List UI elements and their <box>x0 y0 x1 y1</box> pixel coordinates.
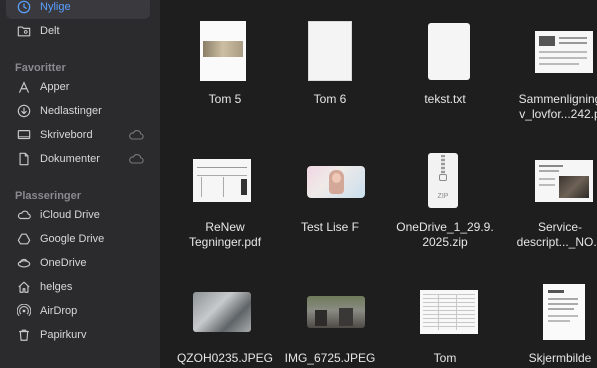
file-thumbnail <box>200 21 246 81</box>
file-name: Sammenligning <box>518 92 597 106</box>
sidebar-item-label: AirDrop <box>40 305 78 317</box>
download-icon <box>16 103 32 119</box>
sidebar-item-label: Dokumenter <box>40 153 100 165</box>
sidebar-item-airdrop[interactable]: AirDrop <box>6 299 150 323</box>
favorites-header: Favoritter <box>15 62 66 74</box>
sidebar-item-label: OneDrive <box>40 257 87 269</box>
cloud-icon <box>128 128 144 142</box>
document-icon <box>16 151 32 167</box>
sidebar-item-label: Nylige <box>40 1 71 13</box>
file-name: Tegninger.pdf <box>188 235 262 249</box>
desktop-icon <box>16 127 32 143</box>
sidebar-item-label: helges <box>40 281 73 293</box>
file-thumbnail <box>308 21 352 81</box>
sidebar-item-label: iCloud Drive <box>40 209 100 221</box>
sidebar-item-icloud-drive[interactable]: iCloud Drive <box>6 203 150 227</box>
file-name: tekst.txt <box>424 92 466 106</box>
file-name: Test Lise F <box>300 220 360 234</box>
sidebar-item-onedrive[interactable]: OneDrive <box>6 251 150 275</box>
file-thumbnail <box>543 284 585 340</box>
sidebar: Nylige Delt Favoritter Apper Nedlastinge… <box>0 0 160 368</box>
file-thumbnail <box>307 166 365 198</box>
file-name: IMG_6725.JPEG <box>284 351 376 365</box>
onedrive-icon <box>16 255 32 271</box>
file-name: v_lovfor...242.p <box>519 107 597 121</box>
sidebar-item-label: Google Drive <box>40 233 105 245</box>
file-name: descript..._NO.p <box>516 235 597 249</box>
sidebar-item-downloads[interactable]: Nedlastinger <box>6 99 150 123</box>
file-name: Tom 5 <box>208 92 242 106</box>
file-thumbnail <box>420 290 478 334</box>
file-grid: Tom 5 Tom 6 tekst.txt Sammenligning v_lo… <box>160 0 597 368</box>
airdrop-icon <box>16 303 32 319</box>
file-name: QZOH0235.JPEG <box>176 351 274 365</box>
shared-folder-icon <box>16 23 32 39</box>
file-thumbnail <box>193 292 251 332</box>
file-thumbnail <box>307 296 365 328</box>
sidebar-item-trash[interactable]: Papirkurv <box>6 323 150 347</box>
apps-icon <box>16 79 32 95</box>
clock-icon <box>16 0 32 15</box>
locations-header: Plasseringer <box>15 190 82 202</box>
sidebar-item-apps[interactable]: Apper <box>6 75 150 99</box>
file-name: 2025.zip <box>422 235 468 249</box>
file-thumbnail <box>428 23 470 80</box>
file-name: Tom <box>433 351 457 365</box>
cloud-icon <box>16 207 32 223</box>
file-thumbnail <box>535 160 593 202</box>
sidebar-item-documents[interactable]: Dokumenter <box>6 147 150 171</box>
sidebar-item-label: Skrivebord <box>40 129 93 141</box>
sidebar-item-label: Delt <box>40 25 60 37</box>
sidebar-item-label: Apper <box>40 81 70 93</box>
sidebar-item-recent[interactable]: Nylige <box>6 0 150 19</box>
file-name: Service- <box>537 220 582 234</box>
file-name: Skjermbilde <box>528 351 592 365</box>
trash-icon <box>16 327 32 343</box>
sidebar-item-label: Papirkurv <box>40 329 87 341</box>
sidebar-item-label: Nedlastinger <box>40 105 102 117</box>
file-thumbnail <box>193 159 251 202</box>
zip-file-icon: ZIP <box>428 153 458 208</box>
drive-icon <box>16 231 32 247</box>
sidebar-item-desktop[interactable]: Skrivebord <box>6 123 150 147</box>
file-name: ReNew <box>205 220 245 234</box>
sidebar-item-shared[interactable]: Delt <box>6 19 150 43</box>
home-icon <box>16 279 32 295</box>
cloud-icon <box>128 152 144 166</box>
file-thumbnail <box>535 31 593 73</box>
sidebar-item-google-drive[interactable]: Google Drive <box>6 227 150 251</box>
zip-badge: ZIP <box>437 193 449 200</box>
file-name: OneDrive_1_29.9. <box>396 220 494 234</box>
sidebar-item-home[interactable]: helges <box>6 275 150 299</box>
file-name: Tom 6 <box>313 92 347 106</box>
